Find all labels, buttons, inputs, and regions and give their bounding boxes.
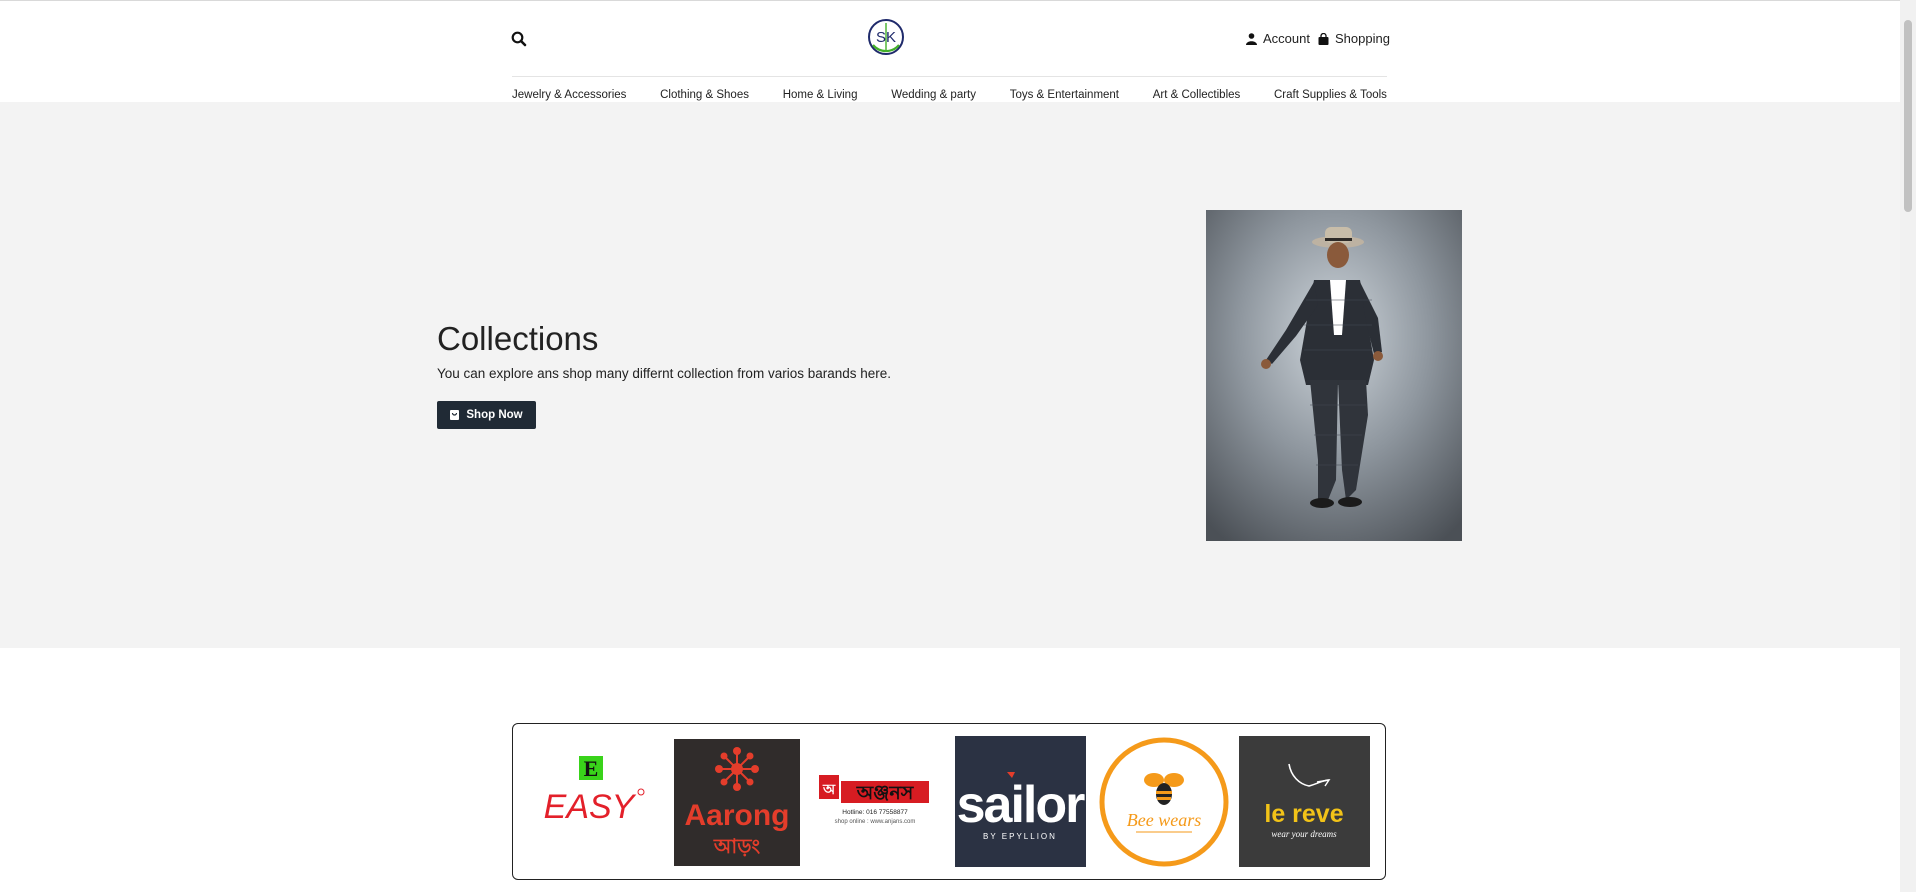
nav-item-art-collectibles[interactable]: Art & Collectibles [1153, 89, 1241, 101]
header-divider [512, 76, 1387, 77]
brand-logo-le-reve[interactable]: le reve wear your dreams [1239, 736, 1370, 867]
anjans-site: shop online : www.anjans.com [835, 819, 916, 825]
site-header: SK Account Shopping Jewelry & Accessorie… [0, 1, 1900, 102]
nav-item-clothing-shoes[interactable]: Clothing & Shoes [660, 89, 749, 101]
hero-banner: Collections You can explore ans shop man… [0, 102, 1900, 648]
anjans-bangla-wordmark: অঞ্জনস [856, 782, 915, 804]
bag-icon [450, 410, 460, 420]
nav-item-craft-supplies-tools[interactable]: Craft Supplies & Tools [1274, 89, 1387, 101]
sailor-subtitle: BY EPYLLION [983, 832, 1057, 841]
search-icon[interactable] [510, 30, 528, 48]
brand-logo-bee-wears[interactable]: Bee wears [1098, 736, 1230, 868]
shop-now-label: Shop Now [466, 409, 523, 421]
account-link[interactable]: Account [1246, 31, 1310, 46]
easy-mark: E [584, 756, 599, 781]
scrollbar-thumb[interactable] [1904, 20, 1912, 212]
shopping-bag-icon [1318, 32, 1329, 45]
shopping-link[interactable]: Shopping [1318, 31, 1390, 46]
svg-text:অ: অ [822, 782, 836, 798]
easy-wordmark: EASY [544, 788, 637, 826]
aarong-bangla-wordmark: আড়ং [713, 834, 761, 858]
brand-logo-anjans[interactable]: অ অঞ্জনস Hotline: 016 77558877 shop onli… [819, 769, 931, 835]
hero-model-photo [1206, 210, 1462, 541]
account-label: Account [1263, 31, 1310, 46]
site-logo[interactable]: SK [866, 17, 906, 57]
user-icon [1246, 32, 1257, 45]
hero-title: Collections [437, 320, 599, 357]
logo-text: SK [876, 29, 896, 46]
brand-logos-strip: E EASY Aarong আড়ং অ অঞ্জনস Hotline: 016… [512, 723, 1386, 880]
sailor-wordmark: sailor [957, 776, 1085, 834]
brand-logo-easy[interactable]: E EASY [529, 742, 649, 862]
aarong-wordmark: Aarong [685, 799, 790, 832]
le-reve-wordmark: le reve [1264, 800, 1343, 828]
shop-now-button[interactable]: Shop Now [437, 401, 536, 429]
anjans-hotline: Hotline: 016 77558877 [842, 809, 908, 816]
bee-wears-wordmark: Bee wears [1127, 810, 1201, 830]
nav-item-home-living[interactable]: Home & Living [783, 89, 858, 101]
le-reve-tagline: wear your dreams [1271, 829, 1337, 839]
shopping-label: Shopping [1335, 31, 1390, 46]
nav-item-wedding-party[interactable]: Wedding & party [891, 89, 976, 101]
brand-logo-sailor[interactable]: sailor BY EPYLLION [955, 736, 1087, 867]
category-nav: Jewelry & Accessories Clothing & Shoes H… [512, 89, 1387, 101]
nav-item-jewelry-accessories[interactable]: Jewelry & Accessories [512, 89, 626, 101]
hero-subtitle: You can explore ans shop many differnt c… [437, 366, 892, 381]
nav-item-toys-entertainment[interactable]: Toys & Entertainment [1010, 89, 1119, 101]
brand-logo-aarong[interactable]: Aarong আড়ং [674, 739, 800, 866]
